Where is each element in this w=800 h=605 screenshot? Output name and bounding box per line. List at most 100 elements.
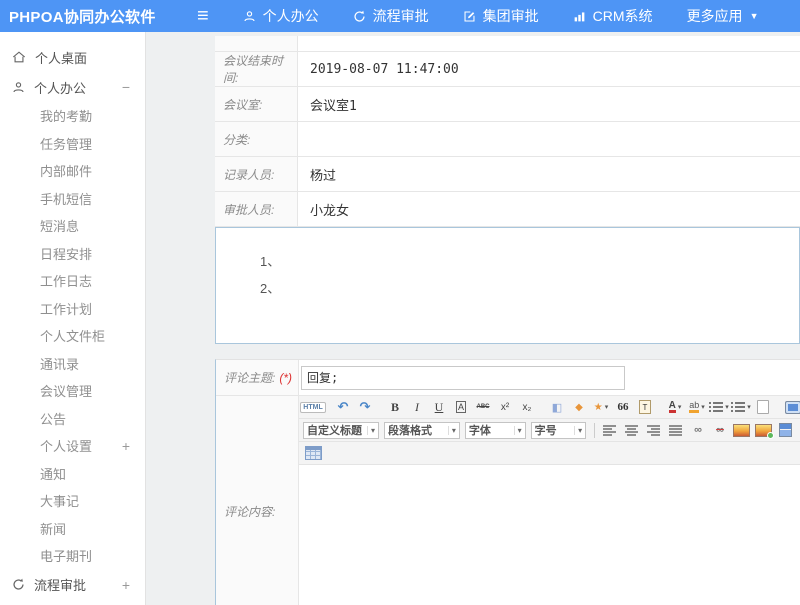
custom-title-select[interactable]: 自定义标题▾ bbox=[303, 422, 379, 439]
sidebar-item-personal-file-cabinet[interactable]: 个人文件柜 bbox=[0, 322, 145, 350]
sidebar-item-label: 短消息 bbox=[40, 216, 79, 235]
font-size-select[interactable]: 字号▾ bbox=[531, 422, 587, 439]
fullscreen-icon[interactable] bbox=[783, 398, 800, 416]
sidebar-item-personal-office[interactable]: 个人办公− bbox=[0, 72, 145, 102]
hamburger-icon[interactable]: ≡ bbox=[197, 6, 209, 26]
comment-content-label: 评论内容: bbox=[224, 503, 275, 520]
align-center-icon[interactable] bbox=[622, 421, 642, 439]
font-color-icon[interactable]: A▾ bbox=[665, 398, 685, 416]
superscript-icon[interactable]: x² bbox=[495, 398, 515, 416]
caret-down-icon: ▼ bbox=[750, 11, 759, 21]
nav-item-label: CRM系统 bbox=[593, 6, 653, 26]
justify-icon[interactable] bbox=[666, 421, 686, 439]
expander-icon[interactable]: − bbox=[122, 79, 130, 95]
comment-subject-row: 评论主题: (*) bbox=[216, 360, 800, 396]
nav-item-more-apps[interactable]: 更多应用▼ bbox=[687, 6, 759, 26]
new-page-icon[interactable] bbox=[753, 398, 773, 416]
panel-icon-glyph bbox=[779, 423, 792, 437]
sidebar-item-announcement[interactable]: 公告 bbox=[0, 405, 145, 433]
unordered-list-icon[interactable]: ▾ bbox=[731, 398, 751, 416]
sidebar-item-label: 新闻 bbox=[40, 519, 66, 538]
sidebar: 个人桌面个人办公−我的考勤任务管理内部邮件手机短信短消息日程安排工作日志工作计划… bbox=[0, 32, 146, 605]
editor-toolbar-row3 bbox=[299, 442, 800, 465]
sidebar-item-work-log[interactable]: 工作日志 bbox=[0, 267, 145, 295]
sidebar-item-personal-desktop[interactable]: 个人桌面 bbox=[0, 42, 145, 72]
sidebar-item-label: 电子期刊 bbox=[40, 546, 92, 565]
nav-item-personal-office[interactable]: 个人办公 bbox=[243, 6, 319, 26]
expander-icon[interactable]: + bbox=[122, 438, 130, 454]
align-right-icon[interactable] bbox=[644, 421, 664, 439]
html-source-button[interactable]: HTML bbox=[303, 398, 323, 416]
eraser-icon[interactable]: ◧ bbox=[547, 398, 567, 416]
comment-subject-input[interactable] bbox=[301, 366, 625, 390]
sidebar-item-internal-mail[interactable]: 内部邮件 bbox=[0, 157, 145, 185]
sidebar-item-work-plan[interactable]: 工作计划 bbox=[0, 295, 145, 323]
ordered-list-icon[interactable]: ▾ bbox=[709, 398, 729, 416]
sidebar-item-contacts[interactable]: 通讯录 bbox=[0, 350, 145, 378]
format-brush-icon[interactable]: ◆ bbox=[569, 398, 589, 416]
redo-icon[interactable]: ↷ bbox=[355, 398, 375, 416]
comment-content-row: 评论内容: HTML↶↷BIUAABCx²x₂◧◆★▾66TA▾ab▾▾▾ 自定… bbox=[216, 396, 800, 605]
sidebar-item-news[interactable]: 新闻 bbox=[0, 515, 145, 543]
sidebar-item-workflow-approval[interactable]: 流程审批+ bbox=[0, 570, 145, 600]
caret-down-icon: ▾ bbox=[574, 426, 582, 435]
chart-icon bbox=[573, 10, 586, 23]
unlink-icon[interactable]: ∞ bbox=[710, 421, 730, 439]
sidebar-item-personal-settings[interactable]: 个人设置+ bbox=[0, 432, 145, 460]
sidebar-item-e-journal[interactable]: 电子期刊 bbox=[0, 542, 145, 570]
person-icon bbox=[12, 81, 25, 94]
sidebar-item-label: 公告 bbox=[40, 409, 66, 428]
sidebar-item-label: 通讯录 bbox=[40, 354, 79, 373]
paste-icon[interactable]: T bbox=[635, 398, 655, 416]
sidebar-item-label: 工作计划 bbox=[40, 299, 92, 318]
align-left-icon[interactable] bbox=[600, 421, 620, 439]
link-icon-glyph: ∞ bbox=[694, 424, 702, 436]
blockquote-icon[interactable]: 66 bbox=[613, 398, 633, 416]
sidebar-item-short-message[interactable]: 短消息 bbox=[0, 212, 145, 240]
caret-down-icon: ▾ bbox=[448, 426, 456, 435]
row-value: 杨过 bbox=[298, 157, 800, 191]
sidebar-item-label: 个人桌面 bbox=[35, 48, 87, 67]
sidebar-item-task-management[interactable]: 任务管理 bbox=[0, 130, 145, 158]
insert-image-icon[interactable] bbox=[754, 421, 774, 439]
table-icon[interactable] bbox=[303, 444, 323, 462]
caret-down-icon: ▾ bbox=[605, 403, 609, 411]
row-value: 会议室1 bbox=[298, 87, 800, 121]
panel-icon[interactable] bbox=[776, 421, 796, 439]
editor-content-area[interactable] bbox=[299, 465, 800, 605]
nav-item-group-approval[interactable]: 集团审批 bbox=[463, 6, 539, 26]
insert-image-icon-glyph bbox=[755, 424, 772, 437]
table-row-approver: 审批人员:小龙女 bbox=[215, 192, 800, 227]
sidebar-item-my-attendance[interactable]: 我的考勤 bbox=[0, 102, 145, 130]
bold-icon[interactable]: B bbox=[385, 398, 405, 416]
sidebar-item-meeting-management[interactable]: 会议管理 bbox=[0, 377, 145, 405]
sidebar-item-notice[interactable]: 通知 bbox=[0, 460, 145, 488]
sidebar-item-mobile-sms[interactable]: 手机短信 bbox=[0, 185, 145, 213]
content-panel: 会议结束时间:2019-08-07 11:47:00会议室:会议室1分类:记录人… bbox=[215, 32, 800, 605]
expander-icon[interactable]: + bbox=[122, 577, 130, 593]
nav-item-label: 流程审批 bbox=[373, 6, 429, 26]
sidebar-item-schedule[interactable]: 日程安排 bbox=[0, 240, 145, 268]
highlight-icon[interactable]: ab▾ bbox=[687, 398, 707, 416]
spacer bbox=[215, 344, 800, 359]
strikethrough-icon[interactable]: ABC bbox=[473, 398, 493, 416]
sidebar-item-memorabilia[interactable]: 大事记 bbox=[0, 487, 145, 515]
font-family-select[interactable]: 字体▾ bbox=[465, 422, 526, 439]
underline-icon[interactable]: U bbox=[429, 398, 449, 416]
sidebar-item-label: 任务管理 bbox=[40, 134, 92, 153]
nav-item-crm-system[interactable]: CRM系统 bbox=[573, 6, 653, 26]
font-border-icon[interactable]: A bbox=[451, 398, 471, 416]
paragraph-format-select[interactable]: 段落格式▾ bbox=[384, 422, 460, 439]
link-icon[interactable]: ∞ bbox=[688, 421, 708, 439]
subscript-icon[interactable]: x₂ bbox=[517, 398, 537, 416]
subscript-icon-glyph: x₂ bbox=[523, 402, 532, 413]
undo-icon[interactable]: ↶ bbox=[333, 398, 353, 416]
table-icon-glyph bbox=[305, 446, 322, 460]
image-icon[interactable] bbox=[732, 421, 752, 439]
italic-icon[interactable]: I bbox=[407, 398, 427, 416]
autotypeset-icon[interactable]: ★▾ bbox=[591, 398, 611, 416]
comment-subject-label: 评论主题: bbox=[224, 369, 275, 386]
row-label: 记录人员: bbox=[215, 157, 298, 191]
unlink-icon-glyph: ∞ bbox=[716, 424, 724, 436]
nav-item-workflow-approval[interactable]: 流程审批 bbox=[353, 6, 429, 26]
